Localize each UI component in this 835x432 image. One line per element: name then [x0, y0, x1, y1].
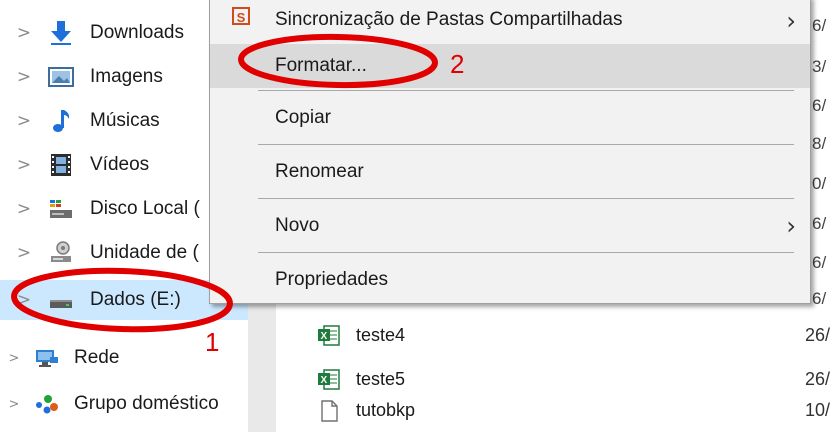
- nav-label: Downloads: [90, 22, 184, 43]
- menu-separator: [258, 198, 794, 199]
- menu-item-propriedades[interactable]: Propriedades: [210, 258, 810, 302]
- menu-item-label: Copiar: [275, 107, 331, 128]
- sync-share-icon: S: [232, 7, 250, 25]
- context-menu: S Sincronização de Pastas Compartilhadas…: [209, 0, 811, 304]
- drive-icon: [50, 300, 72, 308]
- date-fragment: 3/: [812, 57, 827, 76]
- menu-item-label: Renomear: [275, 161, 364, 182]
- chevron-right-icon[interactable]: >: [16, 155, 32, 175]
- nav-label: Músicas: [90, 110, 160, 131]
- file-name: teste4: [356, 325, 406, 345]
- film-icon: [51, 154, 71, 176]
- menu-item-label: Formatar...: [275, 55, 367, 76]
- network-icon: [36, 350, 58, 367]
- chevron-right-icon[interactable]: >: [16, 199, 32, 219]
- chevron-right-icon[interactable]: >: [16, 23, 32, 43]
- file-row[interactable]: tutobkp 10/: [318, 392, 835, 430]
- chevron-right-icon[interactable]: >: [6, 397, 22, 412]
- nav-item-grupo-domestico[interactable]: > Grupo doméstico: [0, 384, 250, 424]
- menu-item-label: Sincronização de Pastas Compartilhadas: [275, 9, 623, 30]
- menu-item-sincronizacao[interactable]: S Sincronização de Pastas Compartilhadas…: [210, 0, 810, 41]
- date-fragment: 0/: [812, 174, 827, 193]
- file-date: 26/: [805, 369, 831, 389]
- date-fragment: 8/: [812, 134, 827, 153]
- nav-label: Rede: [74, 347, 120, 368]
- date-fragment: 6/: [812, 214, 827, 233]
- svg-text:X: X: [321, 375, 328, 386]
- excel-file-icon: X: [318, 325, 340, 346]
- menu-item-novo[interactable]: Novo ›: [210, 204, 810, 248]
- date-fragment: 6/: [812, 96, 827, 115]
- annotation-step-2: 2: [450, 49, 465, 79]
- chevron-right-icon[interactable]: >: [6, 351, 22, 366]
- nav-label: Grupo doméstico: [74, 393, 219, 414]
- nav-label: Imagens: [90, 66, 163, 87]
- music-note-icon: [53, 110, 70, 132]
- menu-item-renomear[interactable]: Renomear: [210, 150, 810, 194]
- file-row[interactable]: X teste4 26/: [318, 317, 835, 355]
- nav-label: Vídeos: [90, 154, 150, 175]
- nav-label: Dados (E:): [90, 289, 181, 310]
- chevron-right-icon[interactable]: >: [16, 290, 32, 310]
- nav-label: Disco Local (: [90, 198, 200, 219]
- chevron-right-icon[interactable]: >: [16, 243, 32, 263]
- menu-item-label: Novo: [275, 215, 320, 236]
- local-disk-icon: [50, 200, 72, 218]
- date-fragment: 6/: [812, 16, 827, 35]
- pictures-icon: [48, 67, 74, 87]
- chevron-right-icon[interactable]: >: [16, 111, 32, 131]
- menu-separator: [258, 144, 794, 145]
- date-fragment: 6/: [812, 289, 827, 308]
- nav-label: Unidade de (: [90, 242, 199, 263]
- blank-file-icon: [321, 400, 338, 422]
- file-name: teste5: [356, 369, 406, 389]
- menu-item-copiar[interactable]: Copiar: [210, 96, 810, 140]
- download-arrow-icon: [51, 21, 71, 45]
- file-date: 26/: [805, 325, 831, 345]
- file-date: 10/: [805, 400, 831, 420]
- submenu-arrow-icon: ›: [786, 212, 796, 240]
- file-name: tutobkp: [356, 400, 416, 420]
- menu-item-label: Propriedades: [275, 269, 389, 290]
- submenu-arrow-icon: ›: [786, 7, 796, 35]
- excel-file-icon: X: [318, 369, 340, 390]
- chevron-right-icon[interactable]: >: [16, 67, 32, 87]
- annotation-step-1: 1: [205, 327, 220, 357]
- svg-text:X: X: [321, 331, 328, 342]
- date-fragment: 6/: [812, 253, 827, 272]
- homegroup-icon: [36, 395, 58, 414]
- menu-separator: [258, 252, 794, 253]
- network-drive-icon: [51, 241, 71, 262]
- menu-item-formatar[interactable]: Formatar...: [210, 44, 810, 88]
- menu-separator: [258, 90, 794, 91]
